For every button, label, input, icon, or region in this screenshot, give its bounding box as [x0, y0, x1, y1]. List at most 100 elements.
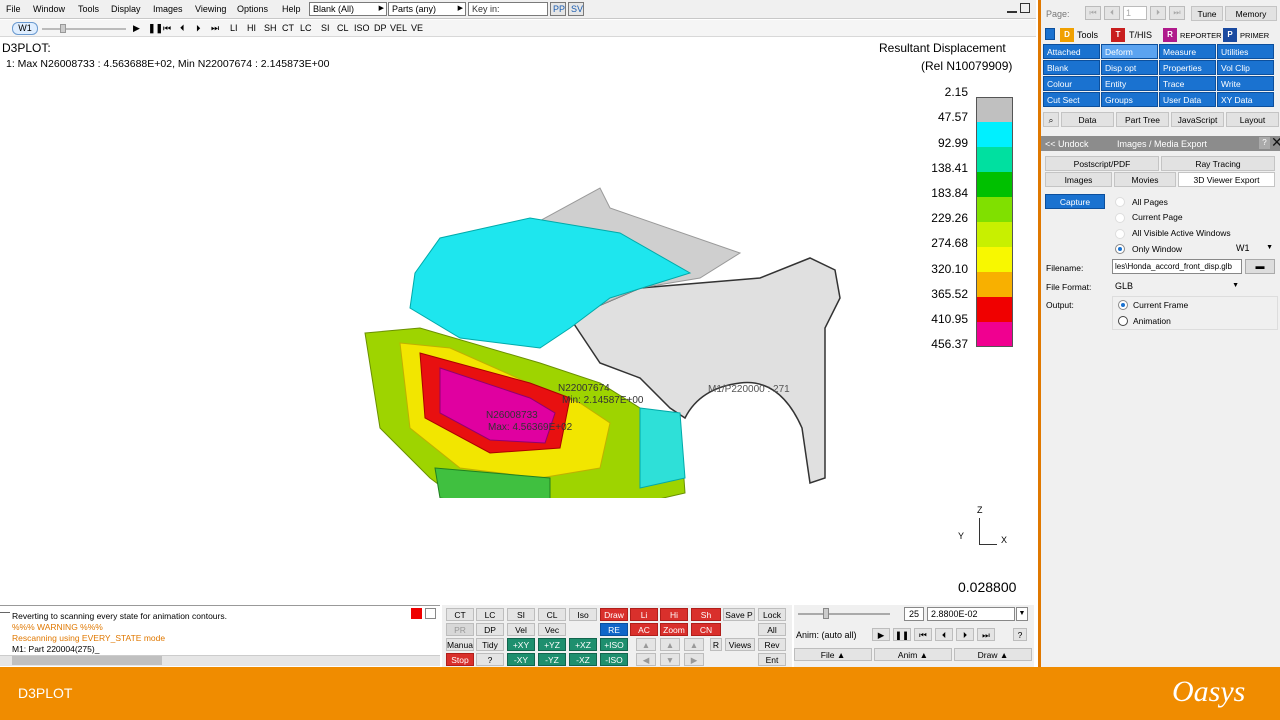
menu-help[interactable]: Help — [282, 4, 301, 14]
lc-button[interactable]: LC — [476, 608, 504, 621]
reporter-module-icon[interactable]: R — [1163, 28, 1177, 42]
page-number-field[interactable]: 1 — [1123, 6, 1147, 20]
rotate-up-right-icon[interactable]: ▲ — [684, 638, 704, 651]
clear-messages-icon[interactable] — [425, 608, 436, 619]
entity-button[interactable]: Entity — [1101, 76, 1158, 91]
vel-button[interactable]: Vel — [507, 623, 535, 636]
tab-ray-tracing[interactable]: Ray Tracing — [1161, 156, 1275, 171]
module-primer[interactable]: PRIMER — [1240, 31, 1269, 40]
rotate-left-icon[interactable]: ◀ — [636, 653, 656, 666]
stop-button[interactable]: Stop — [446, 653, 474, 666]
cn-button[interactable]: CN — [691, 623, 721, 636]
anim-speed-handle[interactable] — [823, 608, 829, 619]
minus-xy-button[interactable]: -XY — [507, 653, 535, 666]
error-flag-icon[interactable] — [411, 608, 422, 619]
next-frame-icon[interactable]: ⏵ — [956, 628, 974, 641]
memory-button[interactable]: Memory — [1225, 6, 1277, 21]
tab-movies[interactable]: Movies — [1114, 172, 1176, 187]
collapse-icon[interactable] — [1045, 28, 1055, 40]
tidy-button[interactable]: Tidy — [476, 638, 504, 651]
parts-combo[interactable]: Parts (any) ▶ — [388, 2, 466, 16]
lock-button[interactable]: Lock — [758, 608, 786, 621]
vec-button[interactable]: Vec — [538, 623, 566, 636]
minimize-icon[interactable] — [1007, 3, 1017, 13]
measure-button[interactable]: Measure — [1159, 44, 1216, 59]
sh-button[interactable]: Sh — [691, 608, 721, 621]
d3plot-module-icon[interactable]: D — [1060, 28, 1074, 42]
menu-display[interactable]: Display — [111, 4, 141, 14]
minus-iso-button[interactable]: -ISO — [600, 653, 628, 666]
tab-images[interactable]: Images — [1045, 172, 1112, 187]
all-visible-windows-radio[interactable] — [1115, 229, 1125, 239]
time-value-field[interactable]: 2.8800E-02 — [927, 607, 1015, 621]
all-button[interactable]: All — [758, 623, 786, 636]
xy-data-button[interactable]: XY Data — [1217, 92, 1274, 107]
mode-si[interactable]: SI — [321, 23, 330, 33]
capture-button[interactable]: Capture — [1045, 194, 1105, 209]
plus-xz-button[interactable]: +XZ — [569, 638, 597, 651]
mode-vel[interactable]: VEL — [390, 23, 407, 33]
car-front-model[interactable]: N22007674 Min: 2.14587E+00 N26008733 Max… — [340, 178, 860, 498]
plus-xy-button[interactable]: +XY — [507, 638, 535, 651]
ct-button[interactable]: CT — [446, 608, 474, 621]
iso-button[interactable]: Iso — [569, 608, 597, 621]
frame-slider[interactable] — [42, 28, 126, 30]
first-frame-icon[interactable]: ⏮ — [914, 628, 932, 641]
mode-ve[interactable]: VE — [411, 23, 423, 33]
all-pages-radio[interactable] — [1115, 197, 1125, 207]
current-page-radio[interactable] — [1115, 213, 1125, 223]
rotate-up-icon[interactable]: ▲ — [660, 638, 680, 651]
sv-button[interactable]: SV — [568, 2, 584, 16]
module-tools[interactable]: Tools — [1077, 30, 1098, 40]
close-icon[interactable]: ✕ — [1271, 135, 1280, 149]
re-button[interactable]: RE — [600, 623, 628, 636]
rotate-down-icon[interactable]: ▼ — [660, 653, 680, 666]
tab-3d-viewer-export[interactable]: 3D Viewer Export — [1178, 172, 1275, 187]
mode-hi[interactable]: HI — [247, 23, 256, 33]
anim-file-menu[interactable]: File ▲ — [794, 648, 872, 661]
frame-number-field[interactable]: 25 — [904, 607, 924, 621]
window-select[interactable]: W1 ▼ — [1216, 241, 1276, 255]
graphics-viewport[interactable]: D3PLOT: 1: Max N26008733 : 4.563688E+02,… — [0, 38, 1032, 604]
mode-iso[interactable]: ISO — [354, 23, 370, 33]
pause-icon[interactable]: ❚❚ — [148, 23, 163, 34]
anim-help-button[interactable]: ? — [1013, 628, 1027, 641]
this-module-icon[interactable]: T — [1111, 28, 1125, 42]
primer-module-icon[interactable]: P — [1223, 28, 1237, 42]
pause-icon[interactable]: ❚❚ — [893, 628, 911, 641]
last-frame-icon[interactable]: ⏭ — [977, 628, 995, 641]
colour-button[interactable]: Colour — [1043, 76, 1100, 91]
next-frame-icon[interactable]: ⏵ — [196, 23, 201, 34]
menu-file[interactable]: File — [6, 4, 21, 14]
mode-li[interactable]: LI — [230, 23, 238, 33]
module-reporter[interactable]: REPORTER — [1180, 31, 1222, 40]
maximize-icon[interactable] — [1020, 3, 1030, 13]
menu-images[interactable]: Images — [153, 4, 183, 14]
folder-icon[interactable]: ▬ — [1245, 259, 1275, 274]
dp-button[interactable]: DP — [476, 623, 504, 636]
cl-button[interactable]: CL — [538, 608, 566, 621]
trace-button[interactable]: Trace — [1159, 76, 1216, 91]
properties-button[interactable]: Properties — [1159, 60, 1216, 75]
vol-clip-button[interactable]: Vol Clip — [1217, 60, 1274, 75]
anim-anim-menu[interactable]: Anim ▲ — [874, 648, 952, 661]
chevron-down-icon[interactable]: ▼ — [1016, 607, 1028, 621]
user-data-button[interactable]: User Data — [1159, 92, 1216, 107]
tab-postscript-pdf[interactable]: Postscript/PDF — [1045, 156, 1159, 171]
search-icon[interactable]: ⌕ — [1043, 112, 1059, 127]
deform-button[interactable]: Deform — [1101, 44, 1158, 59]
message-scrollbar-thumb[interactable] — [12, 656, 162, 665]
first-page-icon[interactable]: ⏮ — [1085, 6, 1101, 20]
keyin-input[interactable]: Key in: — [468, 2, 548, 16]
plus-yz-button[interactable]: +YZ — [538, 638, 566, 651]
mode-lc[interactable]: LC — [300, 23, 312, 33]
last-page-icon[interactable]: ⏭ — [1169, 6, 1185, 20]
animation-radio[interactable] — [1118, 316, 1128, 326]
groups-button[interactable]: Groups — [1101, 92, 1158, 107]
tab-part-tree[interactable]: Part Tree — [1116, 112, 1169, 127]
tune-button[interactable]: Tune — [1191, 6, 1223, 21]
cut-sect-button[interactable]: Cut Sect — [1043, 92, 1100, 107]
menu-window[interactable]: Window — [33, 4, 65, 14]
only-window-radio[interactable] — [1115, 244, 1125, 254]
mode-dp[interactable]: DP — [374, 23, 387, 33]
